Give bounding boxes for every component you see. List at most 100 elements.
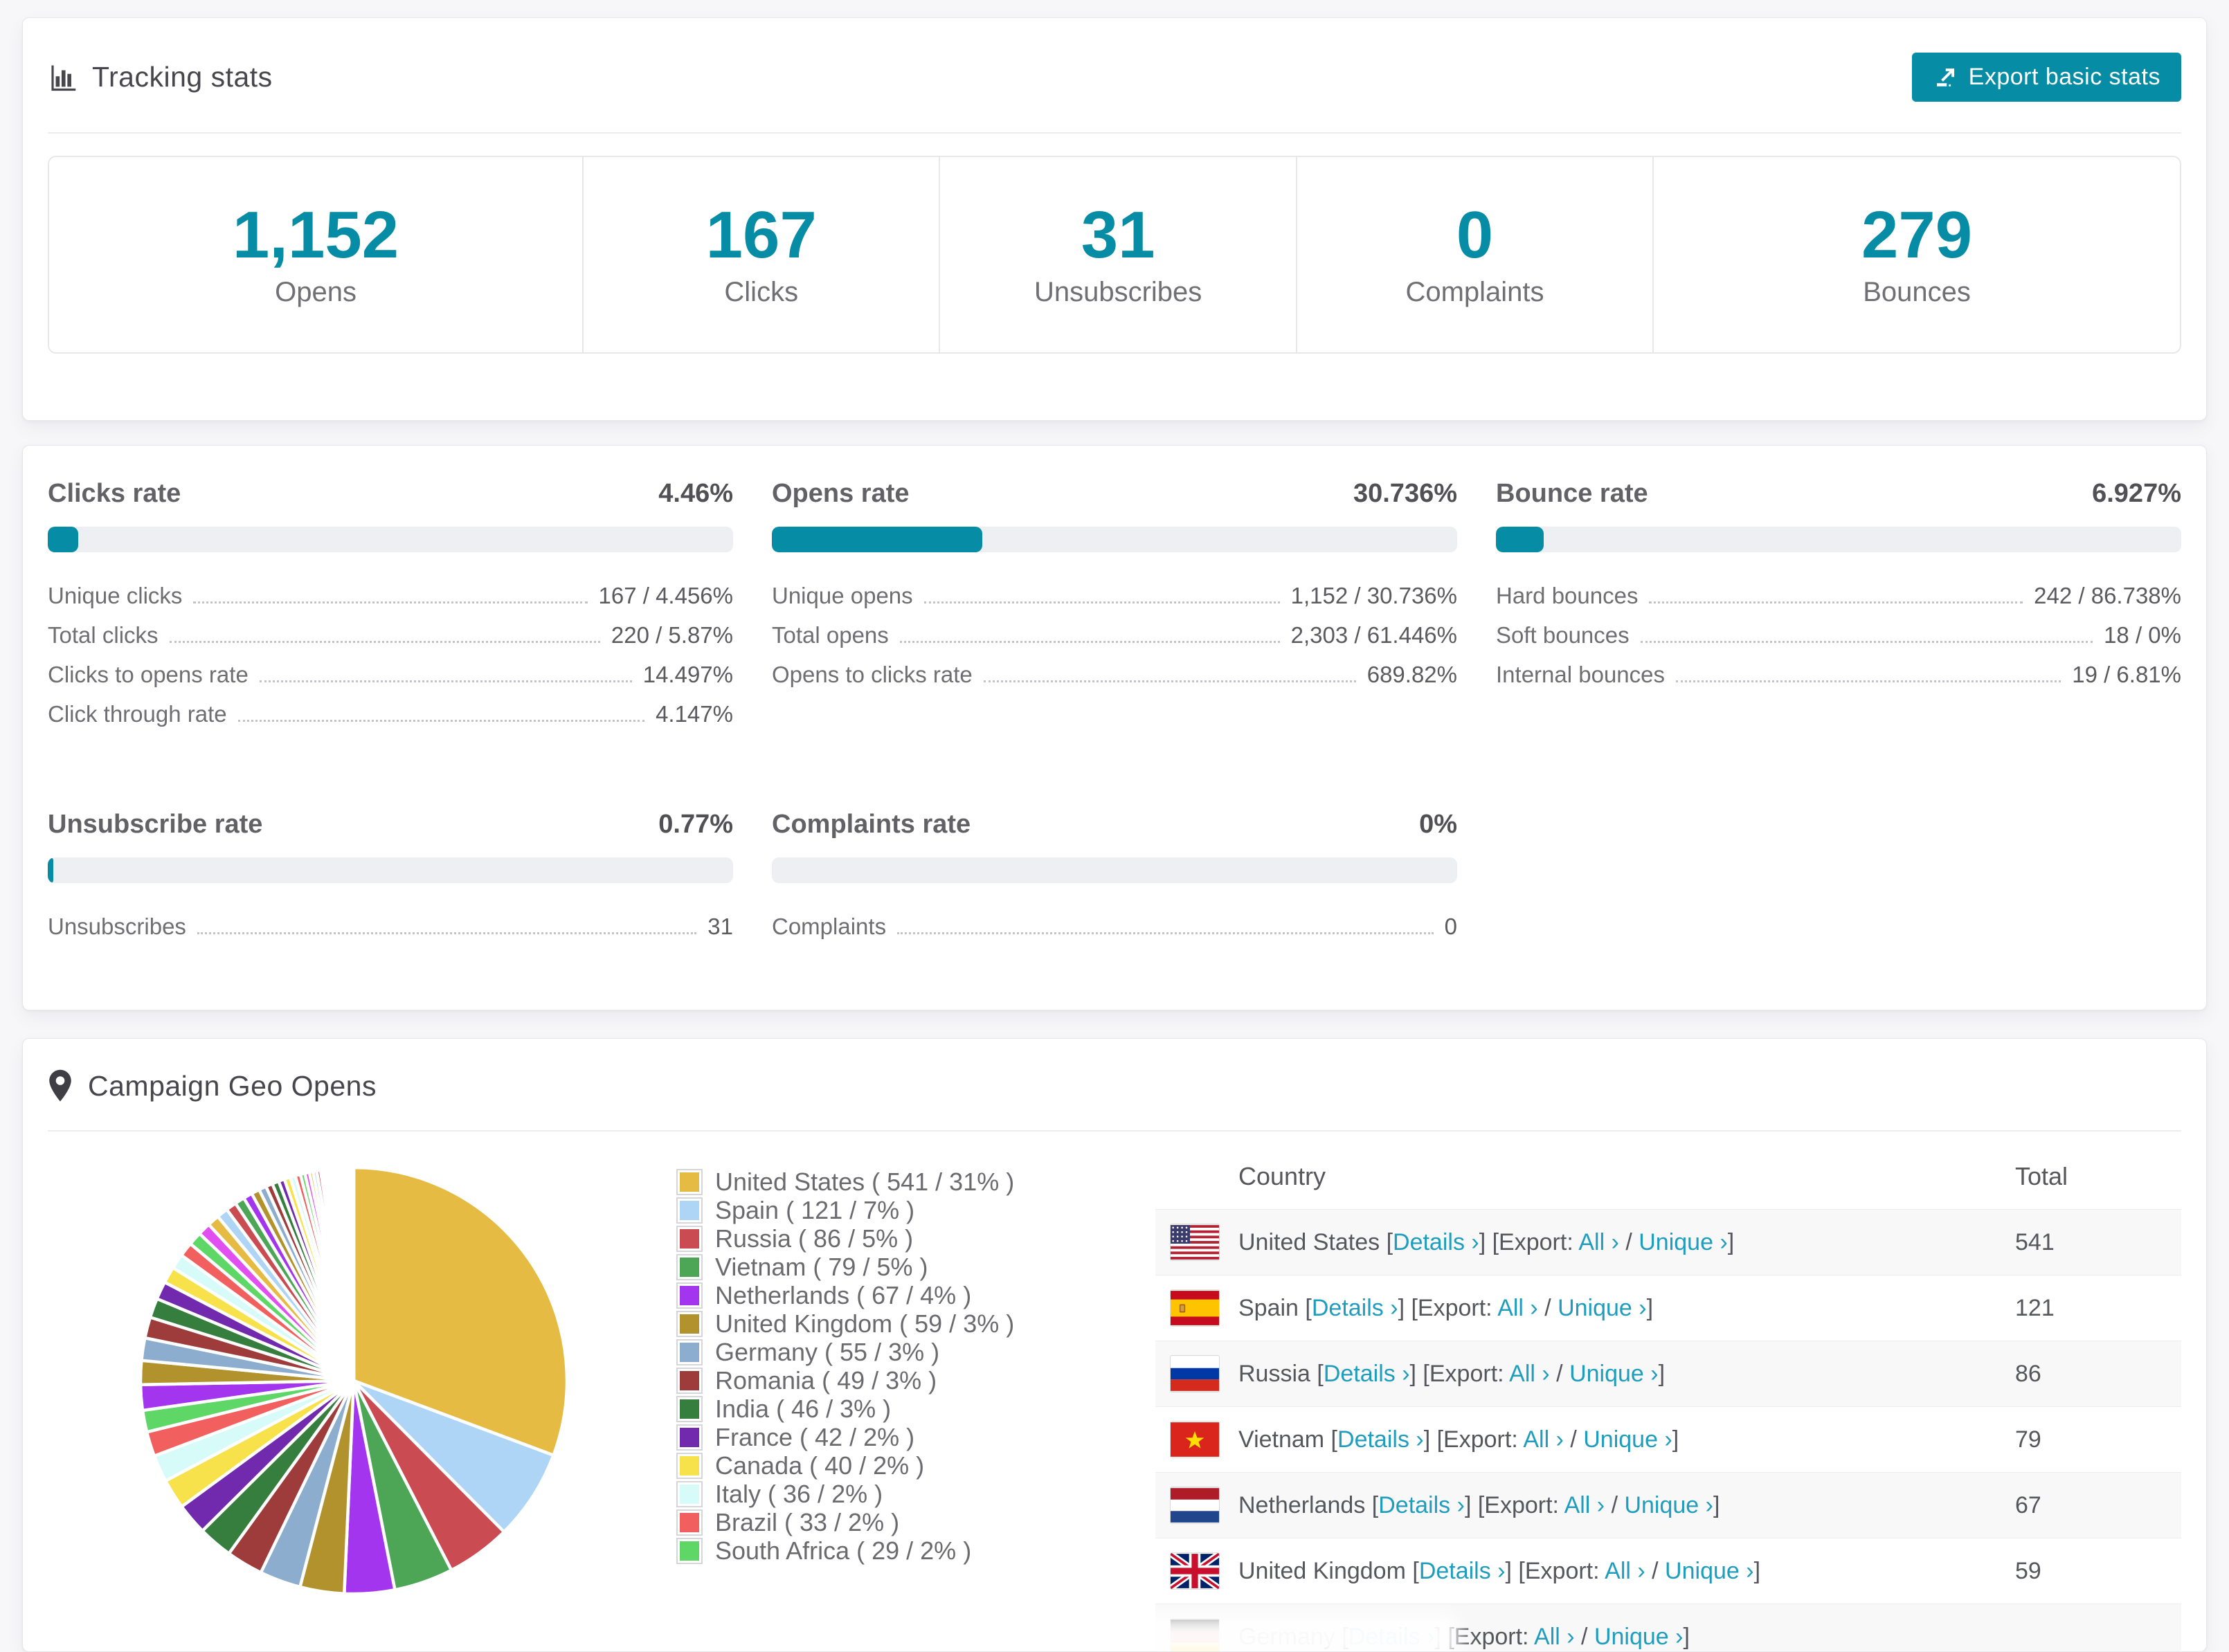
rate-stat-rows: Hard bounces 242 / 86.738% Soft bounces 18 … (1496, 583, 2181, 701)
details-link[interactable]: Details › (1324, 1361, 1410, 1387)
dotted-leader (197, 932, 697, 934)
rate-progress-bar (1496, 527, 2181, 552)
export-all-link[interactable]: All › (1534, 1624, 1575, 1650)
country-name: Netherlands [ (1238, 1491, 1379, 1518)
stat-label: Complaints (772, 914, 887, 939)
legend-item-vietnam[interactable]: Vietnam ( 79 / 5% ) (676, 1253, 1106, 1281)
legend-item-south-africa[interactable]: South Africa ( 29 / 2% ) (676, 1536, 1106, 1565)
flag-icon-nl (1171, 1487, 1219, 1523)
legend-item-netherlands[interactable]: Netherlands ( 67 / 4% ) (676, 1281, 1106, 1309)
summary-label-opens: Opens (275, 276, 357, 307)
legend-item-india[interactable]: India ( 46 / 3% ) (676, 1395, 1106, 1423)
table-row-united-kingdom: United Kingdom [Details ›] [Export: All … (1155, 1538, 2181, 1604)
legend-item-united-states[interactable]: United States ( 541 / 31% ) (676, 1168, 1106, 1196)
stat-label: Hard bounces (1496, 583, 1639, 608)
rate-stat-rows: Unsubscribes 31 (48, 914, 733, 953)
rate-progress-bar (48, 527, 733, 552)
legend-item-spain[interactable]: Spain ( 121 / 7% ) (676, 1196, 1106, 1224)
country-links: United Kingdom [Details ›] [Export: All … (1238, 1558, 1760, 1585)
country-cell: Netherlands [Details ›] [Export: All › /… (1155, 1487, 2015, 1523)
bottom-overlay-blur (334, 1612, 1459, 1651)
link-separator: / (1645, 1557, 1666, 1584)
details-link[interactable]: Details › (1393, 1229, 1479, 1255)
legend-label: Spain ( 121 / 7% ) (715, 1195, 915, 1224)
legend-label: France ( 42 / 2% ) (715, 1422, 915, 1451)
link-separator: / (1574, 1623, 1594, 1650)
legend-swatch (676, 1367, 703, 1394)
legend-item-romania[interactable]: Romania ( 49 / 3% ) (676, 1366, 1106, 1395)
rate-stat-rows: Unique opens 1,152 / 30.736% Total opens 2,… (772, 583, 1457, 701)
export-unique-link[interactable]: Unique › (1665, 1558, 1754, 1584)
details-link[interactable]: Details › (1419, 1558, 1506, 1584)
rates-card: Clicks rate 4.46% Unique clicks 167 / 4.456… (22, 445, 2207, 1010)
summary-value-opens: 1,152 (232, 197, 399, 272)
legend-swatch (676, 1537, 703, 1564)
stat-label: Unique clicks (48, 583, 183, 608)
rate-value: 30.736% (1353, 479, 1457, 508)
legend-label: Germany ( 55 / 3% ) (715, 1337, 940, 1366)
export-prefix: ] [Export: (1479, 1228, 1579, 1255)
stat-value: 19 / 6.81% (2072, 662, 2181, 687)
link-separator: / (1618, 1228, 1639, 1255)
summary-value-bounces: 279 (1861, 197, 1973, 272)
country-cell: Vietnam [Details ›] [Export: All › / Uni… (1155, 1422, 2015, 1458)
export-unique-link[interactable]: Unique › (1569, 1361, 1659, 1387)
tracking-stats-card: Tracking stats Export basic stats 1,152 O… (22, 17, 2207, 421)
rates-grid: Clicks rate 4.46% Unique clicks 167 / 4.456… (48, 479, 2181, 953)
rate-value: 4.46% (658, 479, 733, 508)
country-cell: Spain [Details ›] [Export: All › / Uniqu… (1155, 1290, 2015, 1326)
details-link[interactable]: Details › (1378, 1492, 1465, 1518)
legend-item-russia[interactable]: Russia ( 86 / 5% ) (676, 1224, 1106, 1253)
page-title: Tracking stats (92, 61, 273, 93)
details-link[interactable]: Details › (1312, 1295, 1398, 1321)
export-all-link[interactable]: All › (1564, 1492, 1605, 1518)
export-all-link[interactable]: All › (1578, 1229, 1619, 1255)
legend-swatch (676, 1338, 703, 1365)
legend-swatch (676, 1395, 703, 1422)
dotted-leader (237, 720, 645, 722)
legend-item-germany[interactable]: Germany ( 55 / 3% ) (676, 1338, 1106, 1366)
flag-icon-gb (1171, 1553, 1219, 1589)
export-all-link[interactable]: All › (1509, 1361, 1550, 1387)
legend-item-canada[interactable]: Canada ( 40 / 2% ) (676, 1451, 1106, 1480)
stat-value: 4.147% (656, 701, 733, 727)
export-prefix: ] [Export: (1464, 1491, 1564, 1518)
legend-label: Brazil ( 33 / 2% ) (715, 1507, 900, 1536)
export-basic-stats-button[interactable]: Export basic stats (1911, 53, 2181, 102)
legend-item-brazil[interactable]: Brazil ( 33 / 2% ) (676, 1508, 1106, 1536)
country-links: Vietnam [Details ›] [Export: All › / Uni… (1238, 1426, 1679, 1453)
table-row-united-states: United States [Details ›] [Export: All ›… (1155, 1209, 2181, 1275)
export-prefix: ] [Export: (1423, 1426, 1524, 1453)
legend-label: United States ( 541 / 31% ) (715, 1167, 1015, 1196)
legend-item-united-kingdom[interactable]: United Kingdom ( 59 / 3% ) (676, 1309, 1106, 1338)
legend-swatch (676, 1480, 703, 1507)
legend-item-italy[interactable]: Italy ( 36 / 2% ) (676, 1480, 1106, 1508)
stat-label: Total opens (772, 622, 889, 648)
summary-cell-complaints: 0 Complaints (1295, 157, 1652, 352)
details-link[interactable]: Details › (1337, 1426, 1424, 1453)
legend-item-france[interactable]: France ( 42 / 2% ) (676, 1423, 1106, 1451)
stat-line-unique-opens: Unique opens 1,152 / 30.736% (772, 583, 1457, 622)
export-all-link[interactable]: All › (1523, 1426, 1564, 1453)
bracket-close: ] (1753, 1557, 1761, 1584)
export-unique-link[interactable]: Unique › (1594, 1624, 1684, 1650)
legend-swatch (676, 1452, 703, 1479)
flag-icon-es (1171, 1290, 1219, 1326)
export-all-link[interactable]: All › (1605, 1558, 1645, 1584)
export-unique-link[interactable]: Unique › (1583, 1426, 1672, 1453)
stat-label: Total clicks (48, 622, 159, 648)
export-prefix: ] [Export: (1409, 1360, 1510, 1387)
rate-progress-fill (48, 857, 53, 883)
export-unique-link[interactable]: Unique › (1624, 1492, 1713, 1518)
export-unique-link[interactable]: Unique › (1639, 1229, 1728, 1255)
export-unique-link[interactable]: Unique › (1558, 1295, 1647, 1321)
geo-table-header: Country Total (1155, 1144, 2181, 1209)
summary-cell-clicks: 167 Clicks (582, 157, 939, 352)
legend-label: United Kingdom ( 59 / 3% ) (715, 1309, 1015, 1338)
export-all-link[interactable]: All › (1497, 1295, 1538, 1321)
rate-value: 6.927% (2092, 479, 2181, 508)
column-header-country: Country (1238, 1162, 1326, 1190)
geo-opens-pie-chart[interactable] (125, 1152, 582, 1609)
rate-block-opens-rate: Opens rate 30.736% Unique opens 1,152 / 30.… (772, 479, 1457, 741)
geo-table: Country Total United States [Details ›] … (1155, 1144, 2181, 1651)
